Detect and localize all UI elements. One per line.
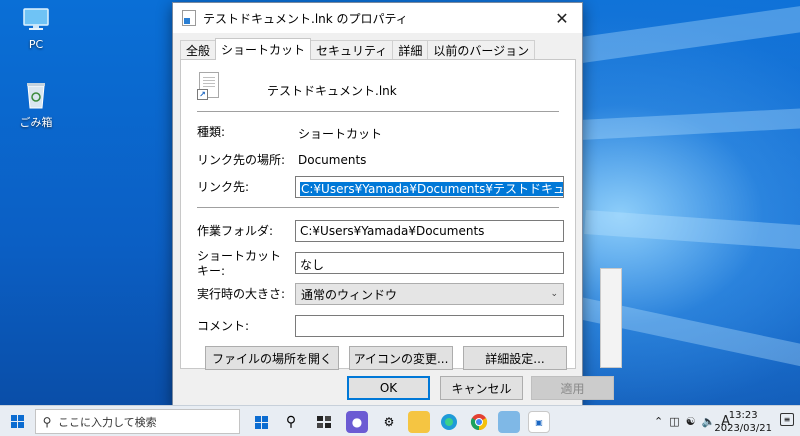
divider (197, 207, 559, 208)
notepad-app-icon[interactable]: ▣ (528, 411, 550, 433)
dialog-titlebar[interactable]: テストドキュメント.lnk のプロパティ ✕ (173, 3, 582, 33)
tab-general[interactable]: 全般 (180, 40, 217, 60)
open-file-location-button[interactable]: ファイルの場所を開く (205, 346, 339, 370)
shortcut-key-label-line2: キー: (197, 264, 226, 278)
start-in-field[interactable]: C:¥Users¥Yamada¥Documents (295, 220, 564, 242)
taskbar-clock[interactable]: 13:23 2023/03/21 (714, 409, 772, 435)
start-in-label: 作業フォルダ: (197, 224, 274, 238)
recycle-bin-icon (27, 83, 45, 109)
location-value: Documents (298, 153, 367, 167)
type-value: ショートカット (298, 127, 383, 141)
task-view-icon[interactable] (313, 411, 335, 433)
taskbar-search[interactable]: ⚲ ここに入力して検索 (35, 409, 240, 434)
wallpaper-light-beam (584, 210, 800, 257)
comment-field[interactable] (295, 315, 564, 337)
file-name: テストドキュメント.lnk (267, 84, 397, 98)
wallpaper-light-beam (579, 103, 800, 140)
desktop-icon-label: PC (28, 38, 44, 51)
dialog-title: テストドキュメント.lnk のプロパティ (203, 11, 408, 26)
monitor-icon (23, 8, 49, 30)
ok-button[interactable]: OK (347, 376, 430, 400)
tab-shortcut[interactable]: ショートカット (215, 38, 312, 60)
comment-label: コメント: (197, 319, 250, 333)
advanced-button[interactable]: 詳細設定... (463, 346, 567, 370)
windows-logo-icon (254, 415, 268, 429)
task-view-glyph-icon (317, 416, 331, 428)
notification-icon[interactable]: ≡ (780, 413, 794, 426)
teams-chat-icon[interactable]: ● (346, 411, 368, 433)
location-label: リンク先の場所: (197, 153, 286, 167)
clock-date: 2023/03/21 (714, 423, 772, 434)
start-windows-icon[interactable] (250, 411, 272, 433)
cancel-button[interactable]: キャンセル (440, 376, 523, 400)
taskbar: ⚲ ここに入力して検索 ⚲ ● ⚙ ▣ ⌃ ◫ ☯ 🔈 A 13:23 2023… (0, 405, 800, 436)
edge-glyph-icon (441, 414, 457, 430)
chevron-up-icon[interactable]: ⌃ (654, 415, 663, 428)
type-label: 種類: (197, 125, 226, 139)
close-icon: ✕ (555, 8, 569, 28)
chrome-browser-icon[interactable] (468, 411, 490, 433)
properties-dialog: テストドキュメント.lnk のプロパティ ✕ 全般 ショートカット セキュリティ… (172, 2, 614, 406)
volume-icon[interactable]: 🔈 (702, 415, 716, 428)
desktop-icon-label: ごみ箱 (19, 116, 53, 129)
target-label: リンク先: (197, 180, 250, 194)
clock-time: 13:23 (728, 410, 758, 421)
shortcut-key-field[interactable]: なし (295, 252, 564, 274)
network-icon[interactable]: ◫ (669, 415, 679, 428)
run-label: 実行時の大きさ: (197, 287, 286, 301)
run-select[interactable]: 通常のウィンドウ ⌄ (295, 283, 564, 305)
desktop-icon-recycle-bin[interactable]: ごみ箱 (6, 80, 66, 130)
shortcut-arrow-icon: ↗ (197, 89, 208, 100)
wallpaper-light-beam (558, 0, 800, 66)
file-explorer-icon[interactable] (408, 411, 430, 433)
start-button[interactable] (0, 406, 34, 436)
target-value: C:¥Users¥Yamada¥Documents¥テストドキュメント.txt (300, 182, 563, 196)
search-icon: ⚲ (42, 414, 52, 429)
tab-previous-versions[interactable]: 以前のバージョン (427, 40, 536, 60)
edge-browser-icon[interactable] (438, 411, 460, 433)
search-placeholder: ここに入力して検索 (58, 415, 157, 429)
notepad-glyph-icon: ▣ (535, 417, 543, 427)
settings-gear-icon[interactable]: ⚙ (378, 411, 400, 433)
divider (197, 111, 559, 112)
tab-bar: 全般 ショートカット セキュリティ 詳細 以前のバージョン (180, 38, 536, 60)
chrome-glyph-icon (470, 414, 488, 431)
shortcut-key-label: ショートカット キー: (197, 249, 281, 279)
chevron-down-icon: ⌄ (550, 289, 558, 299)
shortcut-tab-panel: ↗ テストドキュメント.lnk 種類: ショートカット リンク先の場所: Doc… (180, 59, 576, 370)
mail-app-icon[interactable] (498, 411, 520, 433)
apply-button[interactable]: 適用 (531, 376, 614, 400)
tab-details[interactable]: 詳細 (392, 40, 429, 60)
shortcut-key-label-line1: ショートカット (197, 249, 282, 263)
background-window[interactable] (600, 268, 622, 368)
task-search-icon[interactable]: ⚲ (280, 411, 302, 433)
document-shortcut-icon: ↗ (197, 72, 219, 100)
desktop-icon-pc[interactable]: PC (6, 6, 66, 51)
windows-logo-icon (10, 415, 24, 428)
close-button[interactable]: ✕ (542, 3, 582, 33)
run-select-value: 通常のウィンドウ (301, 287, 398, 302)
change-icon-button[interactable]: アイコンの変更... (349, 346, 453, 370)
tab-security[interactable]: セキュリティ (310, 40, 394, 60)
shortcut-file-icon (182, 10, 196, 26)
wifi-icon[interactable]: ☯ (686, 415, 696, 428)
target-field[interactable]: C:¥Users¥Yamada¥Documents¥テストドキュメント.txt (295, 176, 564, 198)
